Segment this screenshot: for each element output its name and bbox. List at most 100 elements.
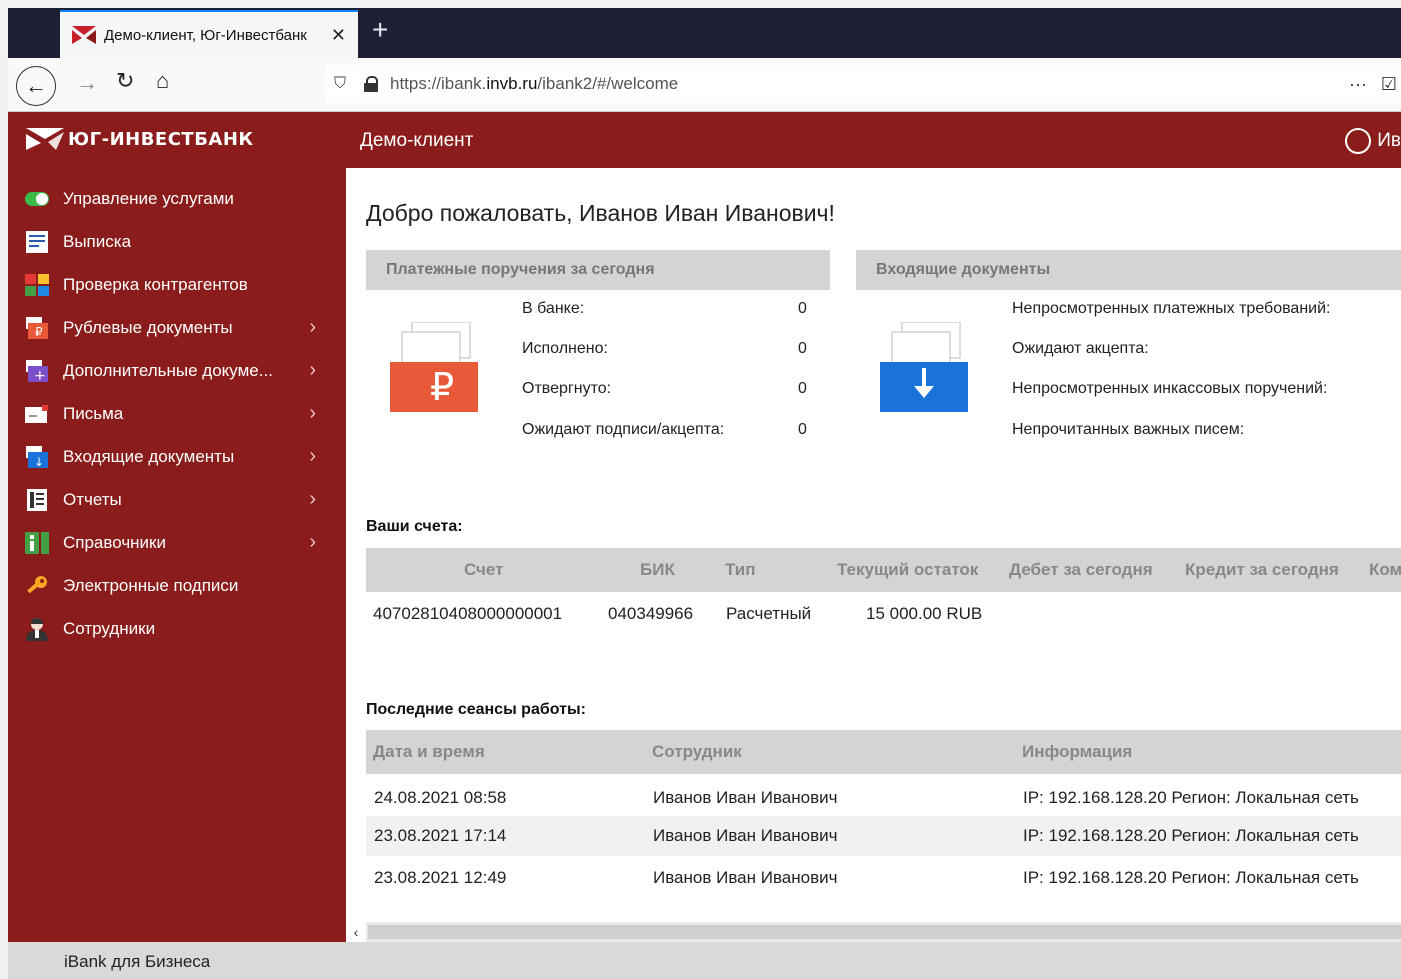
session-employee: Иванов Иван Иванович	[653, 868, 838, 887]
user-menu[interactable]: Ив	[1345, 128, 1401, 154]
home-button[interactable]: ⌂	[156, 68, 169, 94]
col-account[interactable]: Счет	[464, 548, 503, 592]
stat-value-executed[interactable]: 0	[798, 340, 807, 358]
stat-label-unread-important-letters: Непрочитанных важных писем:	[1012, 421, 1245, 438]
col-type[interactable]: Тип	[725, 548, 755, 592]
ruble-folder-icon: ₽	[390, 322, 478, 412]
sidebar-item-additional-docs[interactable]: + Дополнительные докуме... ›	[8, 349, 346, 392]
chevron-right-icon: ›	[309, 531, 316, 553]
bank-favicon-icon	[72, 26, 96, 44]
browser-tab[interactable]: Демо-клиент, Юг-Инвестбанк ✕	[60, 10, 358, 58]
stat-value-awaiting-signature[interactable]: 0	[798, 421, 807, 439]
address-bar[interactable]: ⛉ https://ibank.invb.ru/ibank2/#/welcome…	[326, 65, 1401, 103]
sidebar-item-label: Выписка	[63, 231, 132, 251]
session-datetime: 23.08.2021 12:49	[374, 868, 507, 887]
incoming-panel-header: Входящие документы	[856, 250, 1401, 290]
col-bik[interactable]: БИК	[640, 548, 675, 592]
sidebar-item-label: Справочники	[63, 532, 166, 552]
bank-logo[interactable]: ЮГ-ИНВЕСТБАНК	[26, 128, 254, 150]
stat-value-in-bank[interactable]: 0	[798, 300, 807, 318]
accounts-table-header: Счет БИК Тип Текущий остаток Дебет за се…	[366, 548, 1401, 592]
sidebar-item-label: Проверка контрагентов	[63, 274, 248, 294]
pocket-icon[interactable]: ☑	[1381, 74, 1397, 95]
statement-icon	[26, 230, 48, 253]
sidebar-item-label: Письма	[63, 403, 124, 423]
chevron-right-icon: ›	[309, 488, 316, 510]
session-info: IP: 192.168.128.20 Регион: Локальная сет…	[1023, 788, 1359, 807]
col-debit-today[interactable]: Дебет за сегодня	[1009, 548, 1153, 592]
reload-button[interactable]: ↻	[116, 68, 134, 94]
url-text[interactable]: https://ibank.invb.ru/ibank2/#/welcome	[390, 74, 678, 94]
new-tab-button[interactable]: +	[372, 16, 388, 44]
sidebar-item-e-signatures[interactable]: Электронные подписи	[8, 564, 346, 607]
session-info: IP: 192.168.128.20 Регион: Локальная сет…	[1023, 826, 1359, 845]
sidebar-item-incoming-docs[interactable]: ↓ Входящие документы ›	[8, 435, 346, 478]
sidebar-item-label: Сотрудники	[63, 618, 156, 638]
col-credit-today[interactable]: Кредит за сегодня	[1185, 548, 1339, 592]
close-tab-icon[interactable]: ✕	[331, 25, 346, 46]
sidebar-item-counterparty-check[interactable]: Проверка контрагентов	[8, 263, 346, 306]
payments-panel-header: Платежные поручения за сегодня	[366, 250, 830, 290]
stat-label-executed: Исполнено:	[522, 340, 608, 357]
stat-value-rejected[interactable]: 0	[798, 380, 807, 398]
session-info: IP: 192.168.128.20 Регион: Локальная сет…	[1023, 868, 1359, 887]
stat-label-unviewed-collection-orders: Непросмотренных инкассовых поручений:	[1012, 380, 1328, 397]
col-datetime[interactable]: Дата и время	[373, 730, 485, 774]
sidebar-item-employees[interactable]: Сотрудники	[8, 607, 346, 650]
back-button[interactable]: ←	[16, 66, 56, 106]
stat-label-in-bank: В банке:	[522, 300, 585, 317]
logo-mark-icon	[26, 128, 64, 150]
sidebar-item-label: Управление услугами	[63, 188, 234, 208]
sidebar: Управление услугами Выписка Проверка кон…	[8, 168, 346, 942]
session-datetime: 24.08.2021 08:58	[374, 788, 507, 807]
scrollbar-thumb[interactable]	[368, 925, 1401, 939]
sidebar-item-directories[interactable]: Справочники ›	[8, 521, 346, 564]
svg-text:↓: ↓	[34, 455, 44, 469]
app-footer: iBank для Бизнеса	[8, 942, 1401, 979]
sidebar-item-ruble-docs[interactable]: ₽ Рублевые документы ›	[8, 306, 346, 349]
additional-docs-icon: +	[26, 359, 48, 383]
logo-text: ЮГ-ИНВЕСТБАНК	[68, 128, 254, 150]
ruble-docs-icon: ₽	[26, 316, 48, 339]
sidebar-item-label: Входящие документы	[63, 446, 235, 466]
browser-navbar: ← → ↻ ⌂ ⛉ https://ibank.invb.ru/ibank2/#…	[8, 58, 1401, 112]
scroll-left-button[interactable]: ‹	[346, 922, 366, 942]
user-icon	[1345, 128, 1372, 154]
chevron-right-icon: ›	[309, 359, 316, 381]
col-info[interactable]: Информация	[1022, 730, 1132, 774]
page-actions-icon[interactable]: ···	[1349, 74, 1367, 95]
session-employee: Иванов Иван Иванович	[653, 826, 838, 845]
employee-icon	[26, 617, 48, 641]
sidebar-item-label: Отчеты	[63, 489, 122, 509]
horizontal-scrollbar[interactable]: ‹	[346, 922, 1401, 942]
tab-title: Демо-клиент, Юг-Инвестбанк	[104, 26, 307, 44]
incoming-docs-icon: ↓	[26, 445, 48, 469]
window-edge	[0, 58, 8, 979]
account-balance: 15 000.00 RUB	[866, 604, 983, 623]
key-icon	[27, 575, 47, 593]
sidebar-item-reports[interactable]: Отчеты ›	[8, 478, 346, 521]
forward-button[interactable]: →	[76, 70, 98, 96]
directories-icon	[25, 531, 49, 554]
client-name[interactable]: Демо-клиент	[360, 130, 473, 152]
col-employee[interactable]: Сотрудник	[652, 730, 742, 774]
letters-icon	[25, 404, 48, 423]
session-datetime: 23.08.2021 17:14	[374, 826, 507, 845]
chevron-right-icon: ›	[309, 445, 316, 467]
stat-label-unviewed-payment-requests: Непросмотренных платежных требований:	[1012, 300, 1331, 317]
sidebar-item-statement[interactable]: Выписка	[8, 220, 346, 263]
chevron-right-icon: ›	[309, 316, 316, 338]
main-content: Добро пожаловать, Иванов Иван Иванович! …	[346, 168, 1401, 942]
counterparty-check-icon	[25, 273, 49, 296]
sidebar-item-letters[interactable]: Письма ›	[8, 392, 346, 435]
sidebar-item-services[interactable]: Управление услугами	[8, 177, 346, 220]
shield-icon[interactable]: ⛉	[334, 75, 352, 93]
col-commission[interactable]: Ком	[1369, 548, 1401, 592]
col-balance[interactable]: Текущий остаток	[837, 548, 978, 592]
sidebar-item-label: Дополнительные докуме...	[63, 360, 273, 380]
lock-icon[interactable]	[364, 76, 378, 92]
account-number[interactable]: 40702810408000000001	[373, 604, 562, 624]
chevron-right-icon: ›	[309, 402, 316, 424]
toggle-icon	[25, 191, 49, 206]
user-name: Ив	[1377, 130, 1401, 151]
